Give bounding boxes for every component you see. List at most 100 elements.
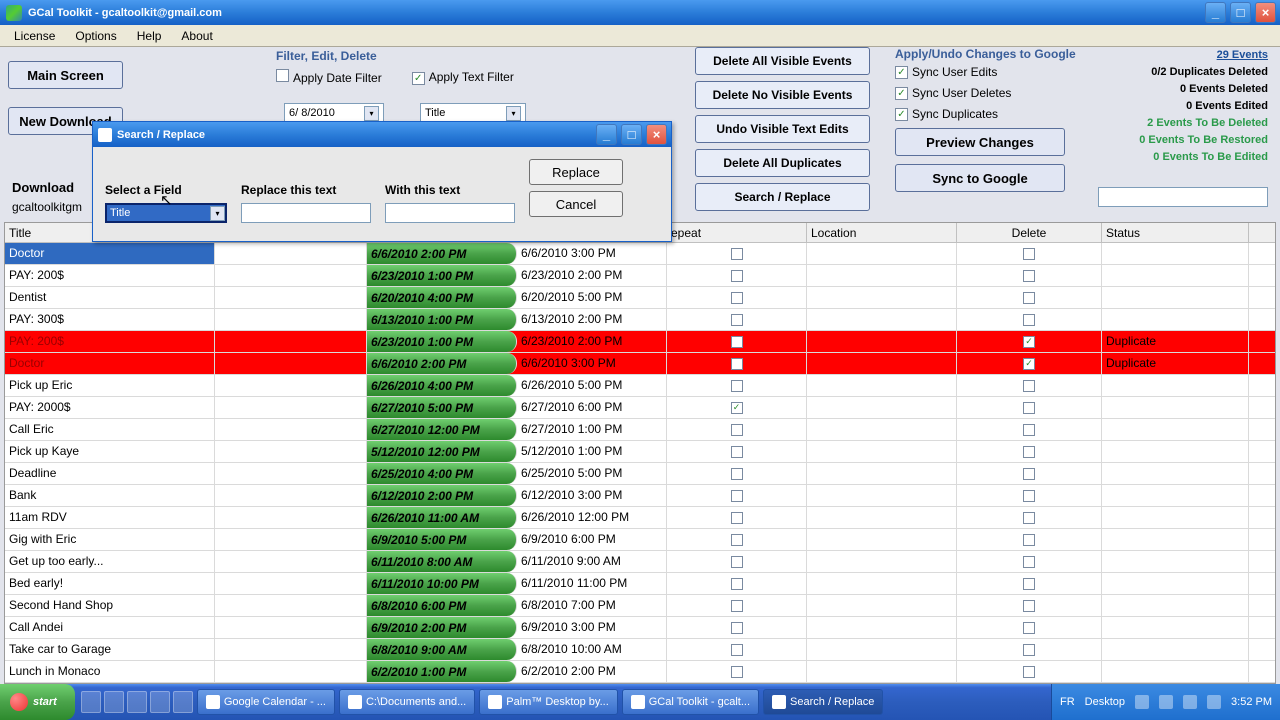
table-row[interactable]: PAY: 300$6/13/2010 1:00 PM6/13/2010 2:00… — [5, 309, 1275, 331]
repeat-checkbox[interactable] — [731, 490, 743, 502]
table-row[interactable]: Pick up Kaye5/12/2010 12:00 PM5/12/2010 … — [5, 441, 1275, 463]
delete-checkbox[interactable] — [1023, 380, 1035, 392]
repeat-checkbox[interactable] — [731, 446, 743, 458]
delete-checkbox[interactable]: ✓ — [1023, 358, 1035, 370]
dialog-title-bar[interactable]: Search / Replace _ □ × — [93, 122, 671, 147]
dialog-minimize-button[interactable]: _ — [596, 124, 617, 145]
repeat-checkbox[interactable] — [731, 424, 743, 436]
search-replace-button[interactable]: Search / Replace — [695, 183, 870, 211]
taskbar-item[interactable]: C:\Documents and... — [339, 689, 475, 715]
table-row[interactable]: Lunch in Monaco6/2/2010 1:00 PM6/2/2010 … — [5, 661, 1275, 683]
delete-checkbox[interactable] — [1023, 578, 1035, 590]
delete-checkbox[interactable] — [1023, 270, 1035, 282]
col-status[interactable]: Status — [1102, 223, 1249, 242]
delete-checkbox[interactable] — [1023, 666, 1035, 678]
repeat-checkbox[interactable] — [731, 248, 743, 260]
table-row[interactable]: PAY: 200$6/23/2010 1:00 PM6/23/2010 2:00… — [5, 265, 1275, 287]
repeat-checkbox[interactable] — [731, 622, 743, 634]
col-location[interactable]: Location — [807, 223, 957, 242]
taskbar-item-active[interactable]: Search / Replace — [763, 689, 883, 715]
table-row[interactable]: Bank6/12/2010 2:00 PM6/12/2010 3:00 PM — [5, 485, 1275, 507]
delete-checkbox[interactable] — [1023, 644, 1035, 656]
sync-user-edits-checkbox[interactable] — [895, 66, 908, 79]
repeat-checkbox[interactable] — [731, 666, 743, 678]
delete-checkbox[interactable] — [1023, 446, 1035, 458]
table-row[interactable]: Pick up Eric6/26/2010 4:00 PM6/26/2010 5… — [5, 375, 1275, 397]
quick-launch-item[interactable] — [173, 691, 193, 713]
grid-body[interactable]: Doctor6/6/2010 2:00 PM6/6/2010 3:00 PMPA… — [5, 243, 1275, 683]
table-row[interactable]: PAY: 2000$6/27/2010 5:00 PM6/27/2010 6:0… — [5, 397, 1275, 419]
taskbar-item[interactable]: Palm™ Desktop by... — [479, 689, 618, 715]
repeat-checkbox[interactable] — [731, 556, 743, 568]
with-this-input[interactable] — [385, 203, 515, 223]
delete-checkbox[interactable] — [1023, 622, 1035, 634]
delete-checkbox[interactable] — [1023, 248, 1035, 260]
table-row[interactable]: Second Hand Shop6/8/2010 6:00 PM6/8/2010… — [5, 595, 1275, 617]
table-row[interactable]: Doctor6/6/2010 2:00 PM6/6/2010 3:00 PM — [5, 243, 1275, 265]
table-row[interactable]: Deadline6/25/2010 4:00 PM6/25/2010 5:00 … — [5, 463, 1275, 485]
apply-date-filter-checkbox[interactable] — [276, 69, 289, 82]
dialog-maximize-button[interactable]: □ — [621, 124, 642, 145]
repeat-checkbox[interactable] — [731, 336, 743, 348]
delete-checkbox[interactable] — [1023, 556, 1035, 568]
delete-checkbox[interactable] — [1023, 534, 1035, 546]
repeat-checkbox[interactable] — [731, 600, 743, 612]
start-button[interactable]: start — [0, 684, 75, 720]
replace-button[interactable]: Replace — [529, 159, 623, 185]
main-screen-button[interactable]: Main Screen — [8, 61, 123, 89]
delete-checkbox[interactable] — [1023, 600, 1035, 612]
table-row[interactable]: PAY: 200$6/23/2010 1:00 PM6/23/2010 2:00… — [5, 331, 1275, 353]
chevron-down-icon[interactable]: ▾ — [506, 106, 521, 121]
taskbar-item[interactable]: GCal Toolkit - gcalt... — [622, 689, 759, 715]
minimize-button[interactable]: _ — [1205, 2, 1226, 23]
delete-checkbox[interactable] — [1023, 402, 1035, 414]
menu-help[interactable]: Help — [127, 26, 172, 46]
clock[interactable]: 3:52 PM — [1231, 696, 1272, 708]
menu-options[interactable]: Options — [65, 26, 126, 46]
table-row[interactable]: 11am RDV6/26/2010 11:00 AM6/26/2010 12:0… — [5, 507, 1275, 529]
repeat-checkbox[interactable] — [731, 358, 743, 370]
dialog-close-button[interactable]: × — [646, 124, 667, 145]
repeat-checkbox[interactable] — [731, 468, 743, 480]
tray-icon[interactable] — [1207, 695, 1221, 709]
delete-checkbox[interactable] — [1023, 512, 1035, 524]
language-indicator[interactable]: FR — [1060, 696, 1075, 708]
delete-checkbox[interactable] — [1023, 292, 1035, 304]
preview-changes-button[interactable]: Preview Changes — [895, 128, 1065, 156]
taskbar-item[interactable]: Google Calendar - ... — [197, 689, 335, 715]
table-row[interactable]: Call Andei6/9/2010 2:00 PM6/9/2010 3:00 … — [5, 617, 1275, 639]
repeat-checkbox[interactable] — [731, 270, 743, 282]
repeat-checkbox[interactable]: ✓ — [731, 402, 743, 414]
table-row[interactable]: Call Eric6/27/2010 12:00 PM6/27/2010 1:0… — [5, 419, 1275, 441]
repeat-checkbox[interactable] — [731, 314, 743, 326]
date-select[interactable]: 6/ 8/2010▾ — [284, 103, 384, 123]
maximize-button[interactable]: □ — [1230, 2, 1251, 23]
col-repeat[interactable]: epeat — [667, 223, 807, 242]
repeat-checkbox[interactable] — [731, 380, 743, 392]
close-button[interactable]: × — [1255, 2, 1276, 23]
tray-icon[interactable] — [1183, 695, 1197, 709]
quick-launch-item[interactable] — [150, 691, 170, 713]
tray-icon[interactable] — [1159, 695, 1173, 709]
search-input[interactable] — [1098, 187, 1268, 207]
quick-launch-item[interactable] — [127, 691, 147, 713]
cancel-button[interactable]: Cancel — [529, 191, 623, 217]
chevron-down-icon[interactable]: ▾ — [210, 206, 225, 221]
apply-text-filter-checkbox[interactable] — [412, 72, 425, 85]
replace-this-input[interactable] — [241, 203, 371, 223]
menu-license[interactable]: License — [4, 26, 65, 46]
table-row[interactable]: Get up too early...6/11/2010 8:00 AM6/11… — [5, 551, 1275, 573]
delete-checkbox[interactable] — [1023, 424, 1035, 436]
field-select[interactable]: Title▾ — [420, 103, 526, 123]
repeat-checkbox[interactable] — [731, 292, 743, 304]
table-row[interactable]: Doctor6/6/2010 2:00 PM6/6/2010 3:00 PM✓D… — [5, 353, 1275, 375]
events-count-link[interactable]: 29 Events — [1217, 49, 1268, 61]
menu-about[interactable]: About — [171, 26, 222, 46]
table-row[interactable]: Take car to Garage6/8/2010 9:00 AM6/8/20… — [5, 639, 1275, 661]
delete-checkbox[interactable]: ✓ — [1023, 336, 1035, 348]
table-row[interactable]: Gig with Eric6/9/2010 5:00 PM6/9/2010 6:… — [5, 529, 1275, 551]
delete-all-duplicates-button[interactable]: Delete All Duplicates — [695, 149, 870, 177]
delete-all-visible-button[interactable]: Delete All Visible Events — [695, 47, 870, 75]
repeat-checkbox[interactable] — [731, 534, 743, 546]
sync-to-google-button[interactable]: Sync to Google — [895, 164, 1065, 192]
